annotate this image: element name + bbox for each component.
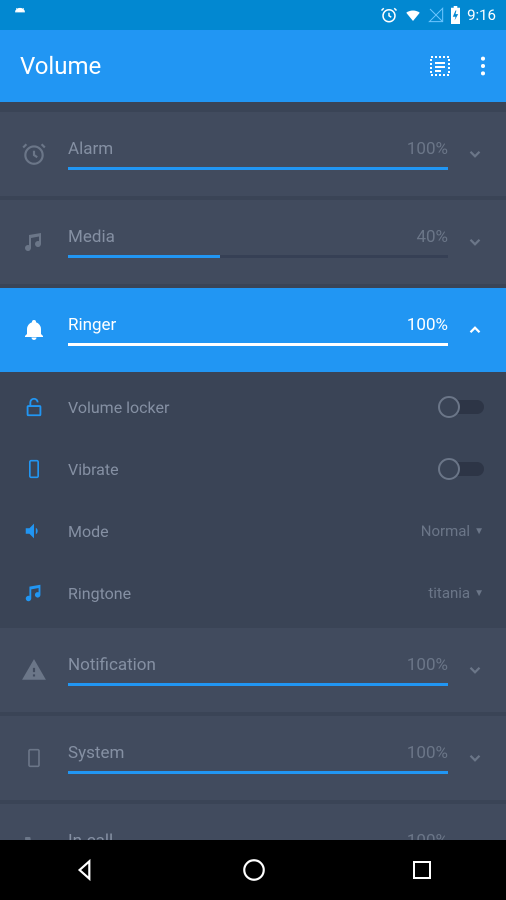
nav-back-icon[interactable]: [72, 857, 98, 883]
volume-percent: 100%: [407, 655, 448, 675]
volume-slider[interactable]: [68, 771, 448, 774]
music-icon: [14, 582, 54, 604]
nav-home-icon[interactable]: [241, 857, 267, 883]
volume-list: Alarm 100% Media 40% Ringer 100% Volume loc…: [0, 102, 506, 888]
volume-percent: 40%: [416, 227, 448, 247]
ringtone-dropdown[interactable]: titania▼: [428, 584, 484, 602]
volume-percent: 100%: [407, 743, 448, 763]
list-select-icon[interactable]: [428, 54, 452, 78]
volume-row-ringer[interactable]: Ringer 100%: [0, 288, 506, 372]
page-title: Volume: [20, 52, 101, 80]
phone-portrait-icon: [14, 458, 54, 480]
volume-slider[interactable]: [68, 683, 448, 686]
volume-slider[interactable]: [68, 167, 448, 170]
chevron-down-icon[interactable]: [462, 661, 488, 679]
overflow-menu-icon[interactable]: [480, 55, 486, 77]
volume-row-alarm[interactable]: Alarm 100%: [0, 112, 506, 196]
mode-dropdown[interactable]: Normal▼: [421, 522, 484, 540]
volume-row-system[interactable]: System 100%: [0, 716, 506, 800]
status-time: 9:16: [467, 6, 496, 24]
chevron-down-icon[interactable]: [462, 145, 488, 163]
speaker-icon: [14, 520, 54, 542]
sub-label: Ringtone: [68, 584, 428, 603]
volume-percent: 100%: [407, 139, 448, 159]
app-bar: Volume: [0, 30, 506, 102]
no-sim-icon: [428, 6, 444, 24]
sub-row-ringtone[interactable]: Ringtone titania▼: [0, 562, 506, 624]
wifi-icon: [404, 6, 422, 24]
volume-row-media[interactable]: Media 40%: [0, 200, 506, 284]
sub-row-volume-locker[interactable]: Volume locker: [0, 376, 506, 438]
navigation-bar: [0, 840, 506, 900]
music-icon: [14, 230, 54, 254]
status-bar: 9:16: [0, 0, 506, 30]
volume-label: Alarm: [68, 139, 113, 159]
caret-down-icon: ▼: [474, 588, 484, 599]
battery-icon: [450, 6, 461, 24]
sub-row-vibrate[interactable]: Vibrate: [0, 438, 506, 500]
volume-row-notification[interactable]: Notification 100%: [0, 628, 506, 712]
volume-label: Ringer: [68, 315, 116, 335]
chevron-down-icon[interactable]: [462, 749, 488, 767]
sub-row-mode[interactable]: Mode Normal▼: [0, 500, 506, 562]
vibrate-switch[interactable]: [438, 459, 484, 479]
sub-label: Volume locker: [68, 398, 438, 417]
alarm-icon: [14, 141, 54, 167]
volume-percent: 100%: [407, 315, 448, 335]
warning-icon: [14, 657, 54, 683]
volume-label: Media: [68, 227, 115, 247]
lock-open-icon: [14, 396, 54, 418]
volume-slider[interactable]: [68, 343, 448, 346]
chevron-down-icon[interactable]: [462, 233, 488, 251]
volume-slider[interactable]: [68, 255, 448, 258]
nav-recent-icon[interactable]: [410, 858, 434, 882]
volume-label: Notification: [68, 655, 156, 675]
volume-locker-switch[interactable]: [438, 397, 484, 417]
caret-down-icon: ▼: [474, 526, 484, 537]
alarm-status-icon: [380, 6, 398, 24]
sub-label: Vibrate: [68, 460, 438, 479]
bell-icon: [14, 318, 54, 342]
android-head-icon: [10, 6, 30, 24]
chevron-up-icon[interactable]: [462, 321, 488, 339]
volume-label: System: [68, 743, 124, 763]
phone-portrait-icon: [14, 745, 54, 771]
sub-label: Mode: [68, 522, 421, 541]
